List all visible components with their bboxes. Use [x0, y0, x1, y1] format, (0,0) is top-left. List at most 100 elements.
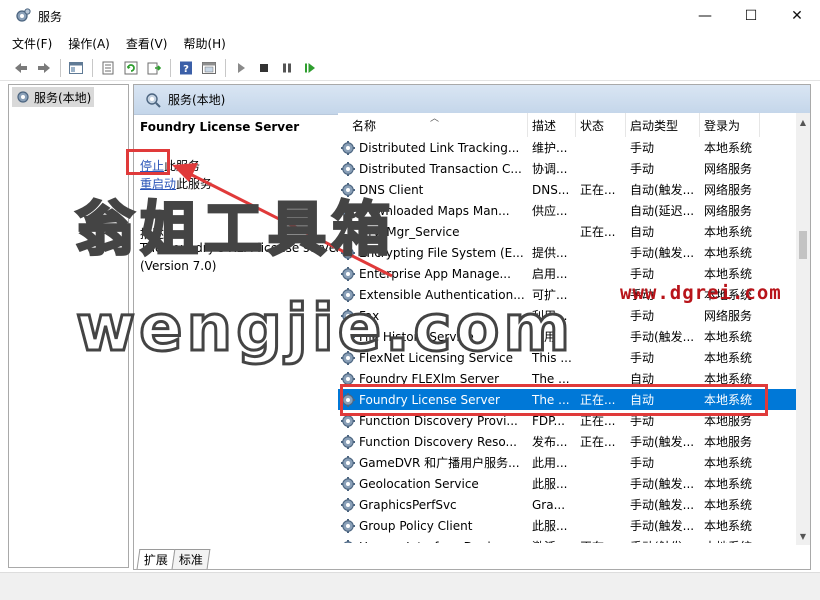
cell-startup-text: 手动	[630, 162, 655, 176]
help-icon[interactable]: ?	[175, 57, 197, 79]
export-icon[interactable]	[97, 57, 119, 79]
cell-desc-text: 协调...	[532, 162, 568, 176]
tab-extended-label: 扩展	[143, 553, 168, 567]
column-header-log-on-as[interactable]: 登录为	[700, 113, 760, 137]
watermark-chinese: 翁姐工具箱	[74, 194, 397, 265]
cell-logon-text: 本地系统	[704, 330, 753, 344]
cell-startup: 手动(触发...	[626, 494, 700, 515]
cell-desc: 维护...	[528, 137, 576, 158]
cell-status: 正在...	[576, 431, 626, 452]
table-row[interactable]: Distributed Transaction C... 协调... 手动 网络服务	[338, 158, 798, 179]
menu-view[interactable]: 查看(V)	[126, 35, 168, 52]
cell-desc-text: 此服...	[532, 519, 568, 533]
refresh-icon[interactable]	[120, 57, 142, 79]
export-list-icon[interactable]	[143, 57, 165, 79]
cell-desc: 激活...	[528, 536, 576, 543]
scroll-down-icon[interactable]: ▼	[796, 529, 810, 543]
cell-logon: 本地系统	[700, 137, 760, 158]
toolbar: ?	[0, 55, 820, 81]
cell-logon-text: 本地系统	[704, 477, 753, 491]
tree-item-services-local[interactable]: 服务(本地)	[12, 87, 95, 107]
pane-header-title: 服务(本地)	[168, 93, 226, 107]
cell-status	[576, 494, 626, 515]
cell-desc: 此用...	[528, 452, 576, 473]
cell-startup-text: 手动(触发...	[630, 519, 695, 533]
cell-desc-text: 激活...	[532, 538, 567, 543]
title-bar: 服务 — ☐ ✕	[0, 0, 820, 32]
column-header-description[interactable]: 描述	[528, 113, 576, 137]
cell-startup: 手动	[626, 137, 700, 158]
cell-logon: 网络服务	[700, 200, 760, 221]
cell-name: Group Policy Client	[338, 515, 528, 536]
menu-file[interactable]: 文件(F)	[12, 35, 52, 52]
service-gear-icon	[341, 455, 355, 470]
properties-icon[interactable]	[198, 57, 220, 79]
scroll-up-icon[interactable]: ▲	[796, 115, 810, 129]
cell-status: 正在...	[576, 536, 626, 543]
column-header-status[interactable]: 状态	[576, 113, 626, 137]
toolbar-divider	[60, 58, 61, 77]
scroll-thumb[interactable]	[799, 231, 807, 259]
back-icon[interactable]	[10, 57, 32, 79]
table-row[interactable]: GraphicsPerfSvc Gra... 手动(触发... 本地系统	[338, 494, 798, 515]
cell-logon-text: 网络服务	[704, 204, 753, 218]
menu-action[interactable]: 操作(A)	[68, 35, 110, 52]
cell-status	[576, 158, 626, 179]
cell-status	[576, 305, 626, 326]
pause-icon[interactable]	[276, 57, 298, 79]
table-row[interactable]: DNS Client DNS... 正在... 自动(触发... 网络服务	[338, 179, 798, 200]
cell-logon: 本地系统	[700, 515, 760, 536]
cell-status-text: 正在...	[580, 538, 615, 543]
table-row[interactable]: Group Policy Client 此服... 手动(触发... 本地系统	[338, 515, 798, 536]
close-button[interactable]: ✕	[774, 0, 820, 32]
forward-icon[interactable]	[33, 57, 55, 79]
cell-name: Distributed Link Tracking...	[338, 137, 528, 158]
cell-status	[576, 326, 626, 347]
cell-logon-text: 本地系统	[704, 498, 753, 512]
table-row[interactable]: Encrypting File System (E... 提供... 手动(触发..…	[338, 242, 798, 263]
table-row[interactable]: Geolocation Service 此服... 手动(触发... 本地系统	[338, 473, 798, 494]
table-row[interactable]: Function Discovery Reso... 发布... 正在... 手动(触…	[338, 431, 798, 452]
show-hide-tree-icon[interactable]	[65, 57, 87, 79]
cell-status	[576, 452, 626, 473]
stop-icon[interactable]	[253, 57, 275, 79]
tab-standard[interactable]: 标准	[171, 549, 211, 569]
table-row[interactable]: Drv_Mgr_Service 正在... 自动 本地系统	[338, 221, 798, 242]
cell-logon-text: 本地系统	[704, 246, 753, 260]
column-header-name[interactable]: ︿ 名称	[338, 113, 528, 137]
cell-name-text: GameDVR 和广播用户服务...	[359, 456, 520, 470]
tab-extended[interactable]: 扩展	[136, 549, 176, 569]
column-header-description-label: 描述	[532, 118, 557, 133]
column-header-startup-type[interactable]: 启动类型	[626, 113, 700, 137]
cell-status-text: 正在...	[580, 435, 616, 449]
cell-startup: 自动(延迟...	[626, 200, 700, 221]
vertical-scrollbar[interactable]: ▲ ▼	[796, 113, 810, 545]
cell-startup: 手动	[626, 263, 700, 284]
cell-startup: 自动	[626, 221, 700, 242]
maximize-button[interactable]: ☐	[728, 0, 774, 32]
minimize-button[interactable]: —	[682, 0, 728, 32]
table-row[interactable]: Downloaded Maps Man... 供应... 自动(延迟... 网络服务	[338, 200, 798, 221]
cell-desc: 提供...	[528, 242, 576, 263]
table-row[interactable]: Enterprise App Manage... 启用... 手动 本地系统	[338, 263, 798, 284]
table-row[interactable]: Distributed Link Tracking... 维护... 手动 本地系统	[338, 137, 798, 158]
cell-status	[576, 347, 626, 368]
cell-logon: 本地系统	[700, 242, 760, 263]
cell-startup: 手动	[626, 452, 700, 473]
service-gear-icon	[343, 539, 353, 543]
table-row[interactable]: GameDVR 和广播用户服务... 此用... 手动 本地系统	[338, 452, 798, 473]
cell-startup: 手动(触发...	[626, 326, 700, 347]
cell-desc-text: 提供...	[532, 246, 568, 260]
cell-status	[576, 137, 626, 158]
play-icon[interactable]	[230, 57, 252, 79]
cell-desc: 此服...	[528, 473, 576, 494]
cell-logon: 网络服务	[700, 158, 760, 179]
cell-name-text: Distributed Link Tracking...	[359, 140, 520, 155]
restart-icon[interactable]	[299, 57, 321, 79]
menu-help[interactable]: 帮助(H)	[183, 35, 225, 52]
cell-name-text: Enterprise App Manage...	[359, 266, 511, 281]
cell-startup: 手动(触发...	[626, 536, 700, 543]
table-row[interactable]: Human Interface Device ... 激活... 正在... 手动(触…	[338, 536, 798, 543]
cell-name-text: Group Policy Client	[359, 518, 473, 533]
cell-desc: 启用...	[528, 263, 576, 284]
